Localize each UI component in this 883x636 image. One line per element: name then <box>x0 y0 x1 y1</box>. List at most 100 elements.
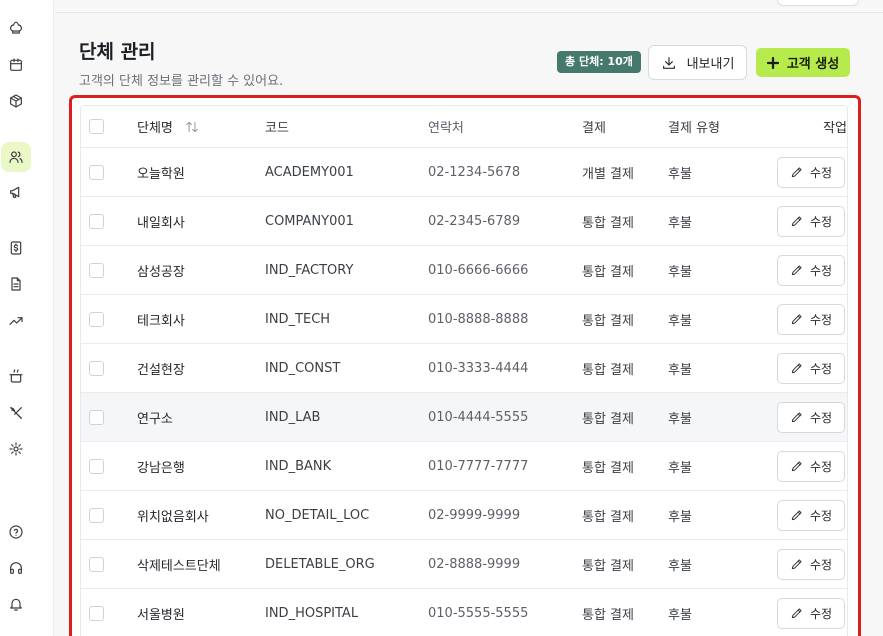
headphones-icon[interactable] <box>1 553 31 583</box>
calendar-icon[interactable] <box>1 50 31 80</box>
org-code: COMPANY001 <box>265 213 354 229</box>
row-checkbox[interactable] <box>89 164 104 180</box>
row-checkbox[interactable] <box>89 360 104 376</box>
row-checkbox[interactable] <box>89 605 104 621</box>
row-checkbox[interactable] <box>89 556 104 572</box>
org-contact: 02-1234-5678 <box>428 164 521 180</box>
edit-button[interactable]: 수정 <box>777 205 845 237</box>
column-header-payment-type: 결제 유형 <box>668 121 720 136</box>
bell-icon[interactable] <box>1 589 31 619</box>
edit-button-label: 수정 <box>809 557 833 572</box>
org-payment: 통합 결제 <box>582 460 634 476</box>
row-checkbox[interactable] <box>89 262 104 278</box>
row-checkbox[interactable] <box>89 458 104 474</box>
row-checkbox[interactable] <box>89 507 104 523</box>
column-header-code: 코드 <box>265 121 289 136</box>
chef-hat-icon[interactable] <box>1 12 31 42</box>
org-payment-type: 후불 <box>668 558 692 574</box>
pencil-icon <box>791 265 802 276</box>
org-name: 강남은행 <box>137 460 185 476</box>
utensils-crossed-icon[interactable] <box>1 398 31 428</box>
org-payment: 통합 결제 <box>582 264 634 280</box>
org-code: IND_TECH <box>265 311 331 327</box>
edit-button[interactable]: 수정 <box>777 548 845 580</box>
org-payment: 통합 결제 <box>582 215 634 231</box>
edit-button-label: 수정 <box>809 214 833 229</box>
org-contact: 010-4444-5555 <box>428 409 529 425</box>
column-header-name[interactable]: 단체명 <box>137 106 199 147</box>
sort-icon[interactable] <box>185 120 199 134</box>
column-header-contact: 연락처 <box>428 121 464 136</box>
org-name: 오늘학원 <box>137 166 185 182</box>
org-payment: 통합 결제 <box>582 509 634 525</box>
table-row[interactable]: 강남은행 IND_BANK 010-7777-7777 통합 결제 후불 수정 <box>81 442 847 491</box>
document-icon[interactable] <box>1 269 31 299</box>
plus-icon <box>766 56 779 69</box>
org-payment-type: 후불 <box>668 362 692 378</box>
org-code: IND_LAB <box>265 409 321 425</box>
users-icon[interactable] <box>1 142 31 172</box>
edit-button[interactable]: 수정 <box>777 401 845 433</box>
table-row[interactable]: 서울병원 IND_HOSPITAL 010-5555-5555 통합 결제 후불 수정 <box>81 589 847 636</box>
row-checkbox[interactable] <box>89 409 104 425</box>
table-row[interactable]: 위치없음회사 NO_DETAIL_LOC 02-9999-9999 통합 결제 후불 수정 <box>81 491 847 540</box>
sidebar <box>0 0 54 636</box>
org-payment: 통합 결제 <box>582 313 634 329</box>
org-name: 연구소 <box>137 411 173 427</box>
org-payment-type: 후불 <box>668 264 692 280</box>
table-header-row: 단체명 코드 연락처 결제 결제 유형 작업 <box>81 106 847 148</box>
export-button[interactable]: 내보내기 <box>648 45 747 80</box>
table-row[interactable]: 오늘학원 ACADEMY001 02-1234-5678 개별 결제 후불 수정 <box>81 148 847 197</box>
edit-button-label: 수정 <box>809 508 833 523</box>
edit-button-label: 수정 <box>809 459 833 474</box>
org-payment: 통합 결제 <box>582 411 634 427</box>
trending-up-icon[interactable] <box>1 306 31 336</box>
table-row[interactable]: 연구소 IND_LAB 010-4444-5555 통합 결제 후불 수정 <box>81 393 847 442</box>
edit-button[interactable]: 수정 <box>777 450 845 482</box>
cooking-pot-icon[interactable] <box>1 361 31 391</box>
package-icon[interactable] <box>1 86 31 116</box>
table-row[interactable]: 삼성공장 IND_FACTORY 010-6666-6666 통합 결제 후불 수정 <box>81 246 847 295</box>
select-all-checkbox[interactable] <box>89 119 104 134</box>
edit-button[interactable]: 수정 <box>777 499 845 531</box>
pencil-icon <box>791 412 802 423</box>
row-checkbox[interactable] <box>89 311 104 327</box>
table-row[interactable]: 내일회사 COMPANY001 02-2345-6789 통합 결제 후불 수정 <box>81 197 847 246</box>
edit-button[interactable]: 수정 <box>777 303 845 335</box>
org-name: 삭제테스트단체 <box>137 558 221 574</box>
edit-button[interactable]: 수정 <box>777 352 845 384</box>
org-code: IND_FACTORY <box>265 262 354 278</box>
org-payment: 개별 결제 <box>582 166 634 182</box>
edit-button[interactable]: 수정 <box>777 156 845 188</box>
table-row[interactable]: 테크회사 IND_TECH 010-8888-8888 통합 결제 후불 수정 <box>81 295 847 344</box>
export-button-label: 내보내기 <box>686 57 735 72</box>
download-icon <box>662 56 675 69</box>
org-contact: 010-5555-5555 <box>428 605 529 621</box>
total-count-badge: 총 단체: 10개 <box>557 51 641 73</box>
dollar-icon[interactable] <box>1 233 31 263</box>
org-contact: 010-6666-6666 <box>428 262 529 278</box>
create-customer-button-label: 고객 생성 <box>786 57 840 72</box>
org-code: IND_BANK <box>265 458 332 474</box>
megaphone-icon[interactable] <box>1 177 31 207</box>
edit-button[interactable]: 수정 <box>777 254 845 286</box>
row-checkbox[interactable] <box>89 213 104 229</box>
org-payment: 통합 결제 <box>582 558 634 574</box>
table-row[interactable]: 삭제테스트단체 DELETABLE_ORG 02-8888-9999 통합 결제 후불 수… <box>81 540 847 589</box>
org-payment-type: 후불 <box>668 460 692 476</box>
org-name: 삼성공장 <box>137 264 185 280</box>
create-customer-button[interactable]: 고객 생성 <box>756 48 850 77</box>
column-header-payment: 결제 <box>582 121 606 136</box>
help-circle-icon[interactable] <box>1 517 31 547</box>
organization-table-container: 단체명 코드 연락처 결제 결제 유형 작업 오늘학원 ACADEMY001 02-… <box>69 95 861 636</box>
page-subtitle: 고객의 단체 정보를 관리할 수 있어요. <box>79 74 284 89</box>
org-contact: 010-8888-8888 <box>428 311 529 327</box>
main-content: 단체 관리 고객의 단체 정보를 관리할 수 있어요. 총 단체: 10개 내보… <box>55 0 883 636</box>
org-payment-type: 후불 <box>668 166 692 182</box>
org-payment: 통합 결제 <box>582 607 634 623</box>
settings-icon[interactable] <box>1 434 31 464</box>
top-bar-button[interactable] <box>777 0 859 6</box>
edit-button-label: 수정 <box>809 410 833 425</box>
table-row[interactable]: 건설현장 IND_CONST 010-3333-4444 통합 결제 후불 수정 <box>81 344 847 393</box>
edit-button[interactable]: 수정 <box>777 597 845 629</box>
